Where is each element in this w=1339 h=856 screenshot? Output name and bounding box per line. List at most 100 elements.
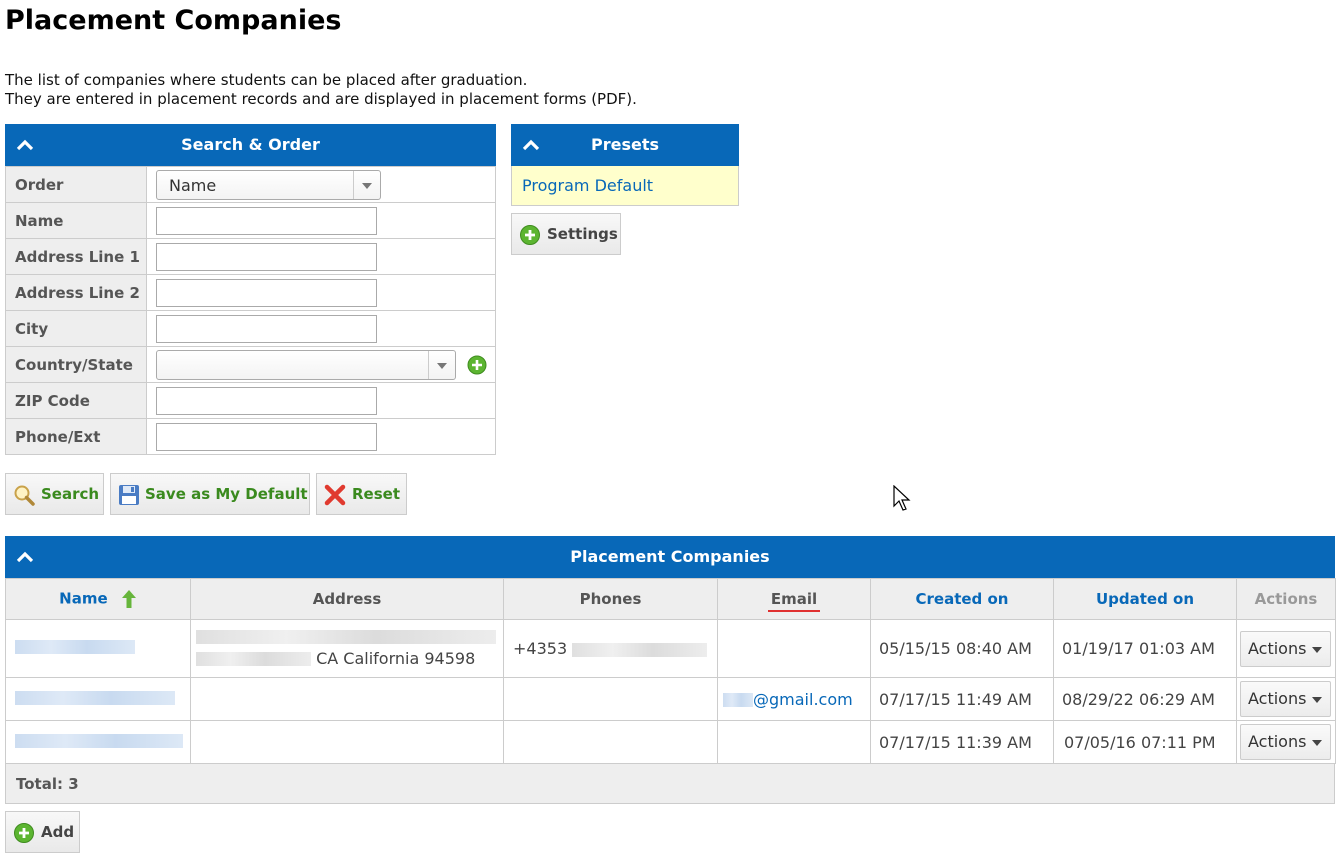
address-line-2-input[interactable]: [156, 278, 377, 307]
updated-on-cell: 08/29/22 06:29 AM: [1053, 677, 1237, 721]
search-button[interactable]: Search: [5, 473, 104, 515]
email-column-label: Email: [767, 590, 821, 612]
email-link[interactable]: @gmail.com: [753, 690, 853, 709]
save-as-default-button[interactable]: Save as My Default: [110, 473, 310, 515]
list-panel-header[interactable]: Placement Companies: [5, 536, 1335, 578]
column-created-header[interactable]: Created on: [870, 578, 1054, 620]
redacted-email-user[interactable]: [723, 693, 753, 707]
redacted-company-name[interactable]: [15, 733, 183, 748]
email-cell: @gmail.com: [717, 677, 871, 721]
column-updated-header[interactable]: Updated on: [1053, 578, 1237, 620]
name-column-label: Name: [59, 589, 108, 608]
collapse-chevron-up-icon[interactable]: [523, 124, 543, 166]
reset-button-label: Reset: [352, 485, 400, 503]
list-panel-title: Placement Companies: [570, 547, 770, 566]
address-line-2-label: Address Line 2: [5, 274, 147, 311]
email-cell: [717, 720, 871, 764]
city-input[interactable]: [156, 314, 377, 343]
add-company-button[interactable]: Add: [5, 811, 80, 853]
sort-ascending-arrow-icon: [121, 590, 136, 608]
actions-cell: Actions: [1236, 720, 1336, 764]
collapse-chevron-up-icon[interactable]: [17, 124, 37, 166]
magnifier-icon: [14, 485, 35, 506]
order-label: Order: [5, 166, 147, 203]
actions-dropdown-button[interactable]: Actions: [1240, 630, 1331, 667]
save-as-default-label: Save as My Default: [145, 485, 308, 503]
plus-circle-icon: [520, 225, 540, 245]
zip-code-input[interactable]: [156, 386, 377, 415]
created-on-cell: 07/17/15 11:39 AM: [870, 720, 1054, 764]
updated-on-cell: 01/19/17 01:03 AM: [1053, 619, 1237, 678]
company-name-cell[interactable]: [5, 677, 191, 721]
preset-program-default[interactable]: Program Default: [511, 166, 739, 206]
reset-button[interactable]: Reset: [316, 473, 407, 515]
address-line-1-label: Address Line 1: [5, 238, 147, 275]
column-name-header[interactable]: Name: [5, 578, 191, 620]
order-select-value: Name: [169, 175, 217, 195]
redacted-phone: [572, 642, 708, 657]
table-row: @gmail.com 07/17/15 11:49 AM 08/29/22 06…: [5, 677, 1336, 721]
email-cell: [717, 619, 871, 678]
actions-dropdown-button[interactable]: Actions: [1240, 724, 1331, 760]
actions-cell: Actions: [1236, 677, 1336, 721]
column-address-header: Address: [190, 578, 504, 620]
phone-ext-label: Phone/Ext: [5, 418, 147, 455]
phones-cell: [503, 677, 718, 721]
address-line-1-input[interactable]: [156, 242, 377, 271]
total-count: Total: 3: [5, 764, 1335, 804]
search-panel-header[interactable]: Search & Order: [5, 124, 496, 166]
name-label: Name: [5, 202, 147, 239]
company-name-cell[interactable]: [5, 619, 191, 678]
page-description: The list of companies where students can…: [5, 71, 637, 109]
updated-on-cell: 07/05/16 07:11 PM: [1053, 720, 1237, 764]
phone-prefix: +4353: [513, 639, 568, 658]
plus-circle-icon: [14, 823, 34, 843]
placement-companies-panel: Placement Companies Name Address Phones …: [5, 536, 1336, 853]
floppy-disk-icon: [119, 485, 139, 505]
table-row: 07/17/15 11:39 AM 07/05/16 07:11 PM Acti…: [5, 720, 1336, 764]
add-country-plus-icon[interactable]: [467, 355, 487, 375]
companies-table: Name Address Phones Email Created on Upd…: [5, 578, 1336, 764]
phone-ext-input[interactable]: [156, 422, 377, 451]
address-cell: [190, 677, 504, 721]
country-state-select[interactable]: [156, 349, 456, 380]
presets-panel-title: Presets: [590, 135, 659, 154]
redacted-address-line: [196, 652, 311, 666]
chevron-down-icon[interactable]: [353, 170, 380, 199]
description-line-1: The list of companies where students can…: [5, 71, 528, 89]
search-button-label: Search: [41, 485, 100, 503]
presets-panel-header[interactable]: Presets: [511, 124, 739, 166]
order-select[interactable]: Name: [156, 169, 381, 200]
settings-button-label: Settings: [547, 225, 618, 243]
description-line-2: They are entered in placement records an…: [5, 90, 637, 108]
city-label: City: [5, 310, 147, 347]
zip-code-label: ZIP Code: [5, 382, 147, 419]
page-title: Placement Companies: [5, 5, 342, 36]
created-on-cell: 05/15/15 08:40 AM: [870, 619, 1054, 678]
column-email-header[interactable]: Email: [717, 578, 871, 620]
search-order-panel: Search & Order Order Name Name Address L…: [5, 124, 496, 455]
add-button-label: Add: [41, 823, 75, 841]
address-cell: [190, 720, 504, 764]
settings-button[interactable]: Settings: [511, 213, 621, 255]
presets-panel: Presets Program Default Settings: [511, 124, 739, 255]
phones-cell: [503, 720, 718, 764]
chevron-down-icon[interactable]: [428, 350, 455, 379]
created-on-cell: 07/17/15 11:49 AM: [870, 677, 1054, 721]
actions-cell: Actions: [1236, 619, 1336, 678]
company-name-cell[interactable]: [5, 720, 191, 764]
mouse-cursor-icon: [893, 485, 911, 511]
column-actions-header: Actions: [1236, 578, 1336, 620]
phones-cell: +4353: [503, 619, 718, 678]
redacted-company-name[interactable]: [15, 690, 175, 705]
collapse-chevron-up-icon[interactable]: [17, 536, 37, 578]
actions-dropdown-button[interactable]: Actions: [1240, 681, 1331, 717]
name-input[interactable]: [156, 206, 377, 235]
table-row: CA California 94598 +4353 05/15/15 08:40…: [5, 619, 1336, 678]
column-phones-header: Phones: [503, 578, 718, 620]
redacted-company-name[interactable]: [15, 640, 135, 654]
redacted-address-line: [196, 629, 496, 644]
search-panel-title: Search & Order: [181, 135, 320, 154]
country-state-label: Country/State: [5, 346, 147, 383]
preset-link[interactable]: Program Default: [522, 176, 653, 195]
